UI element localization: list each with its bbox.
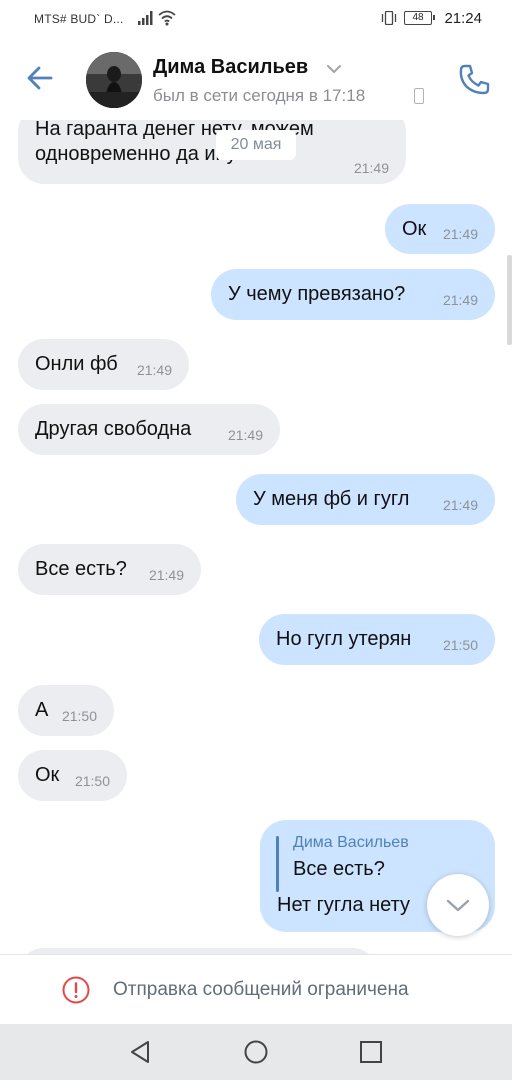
message-time: 21:50: [61, 708, 97, 724]
message-time: 21:49: [227, 427, 263, 443]
restriction-bar: Отправка сообщений ограничена: [0, 954, 512, 1024]
message-text: У чему превязано?: [228, 283, 406, 305]
avatar[interactable]: [86, 52, 142, 108]
message-text: Нет гугла нету: [277, 894, 411, 916]
avatar-photo: [86, 52, 142, 108]
message-text: А: [35, 699, 49, 721]
signal-icon: [138, 11, 153, 25]
vibrate-icon: [381, 11, 397, 25]
message-text: Онли фб: [35, 353, 118, 375]
message-bubble[interactable]: Ок 21:50: [18, 750, 127, 801]
clock: 21:24: [444, 10, 482, 27]
message-bubble[interactable]: А 21:50: [18, 685, 114, 736]
message-text: Все есть?: [35, 558, 127, 580]
carrier-label: MTS# BUD` D...: [34, 12, 124, 26]
message-bubble[interactable]: Онли фб 21:49: [18, 339, 189, 390]
nav-home-icon[interactable]: [243, 1039, 269, 1065]
message-text: У меня фб и гугл: [253, 488, 410, 510]
message-bubble[interactable]: Другая свободна 21:49: [18, 404, 280, 455]
back-arrow-icon[interactable]: [24, 62, 56, 94]
reply-quote-bar: [276, 836, 279, 892]
message-bubble[interactable]: У чему превязано? 21:49: [211, 269, 495, 320]
message-time: 21:49: [442, 497, 478, 513]
message-time: 21:49: [442, 292, 478, 308]
message-bubble[interactable]: У меня фб и гугл 21:49: [236, 474, 495, 525]
nav-back-icon[interactable]: [128, 1039, 154, 1065]
message-time: 21:50: [442, 637, 478, 653]
message-list[interactable]: На гаранта денег нету, можем одновременн…: [0, 120, 512, 954]
message-text: Ок: [35, 764, 60, 786]
message-time: 21:50: [74, 773, 110, 789]
restriction-text: Отправка сообщений ограничена: [113, 979, 409, 1000]
warning-icon: [62, 976, 90, 1004]
nav-recent-icon[interactable]: [358, 1039, 384, 1065]
scrollbar[interactable]: [507, 255, 512, 345]
message-time: 21:49: [353, 160, 389, 176]
status-bar: MTS# BUD` D... 48 21:24: [0, 0, 512, 38]
message-text: Другая свободна: [35, 418, 192, 440]
chevron-down-icon[interactable]: [327, 64, 341, 74]
reply-quote-text: Все есть?: [293, 858, 385, 880]
message-time: 21:49: [442, 226, 478, 242]
message-time: 21:49: [148, 567, 184, 583]
battery-indicator: 48: [404, 11, 435, 25]
wifi-icon: [158, 10, 176, 26]
scroll-down-icon: [446, 899, 470, 912]
mobile-icon: [414, 88, 424, 104]
contact-name[interactable]: Дима Васильев: [153, 56, 308, 79]
message-bubble[interactable]: Но гугл утерян 21:50: [259, 614, 495, 665]
scroll-down-button[interactable]: [427, 874, 489, 936]
message-time: 21:49: [136, 362, 172, 378]
phone-call-icon[interactable]: [456, 62, 492, 98]
last-seen-status: был в сети сегодня в 17:18: [153, 86, 366, 105]
chat-header: Дима Васильев был в сети сегодня в 17:18: [0, 38, 512, 120]
message-bubble[interactable]: Все есть? 21:49: [18, 544, 201, 595]
message-bubble[interactable]: На гаранта денег нету, можем одновременн…: [18, 120, 406, 184]
date-chip: 20 мая: [216, 130, 296, 160]
message-text: Ок: [402, 218, 427, 240]
message-text: Но гугл утерян: [276, 628, 412, 650]
reply-author[interactable]: Дима Васильев: [293, 834, 409, 852]
message-bubble[interactable]: Ок 21:49: [385, 204, 495, 254]
system-nav-bar: [0, 1024, 512, 1080]
